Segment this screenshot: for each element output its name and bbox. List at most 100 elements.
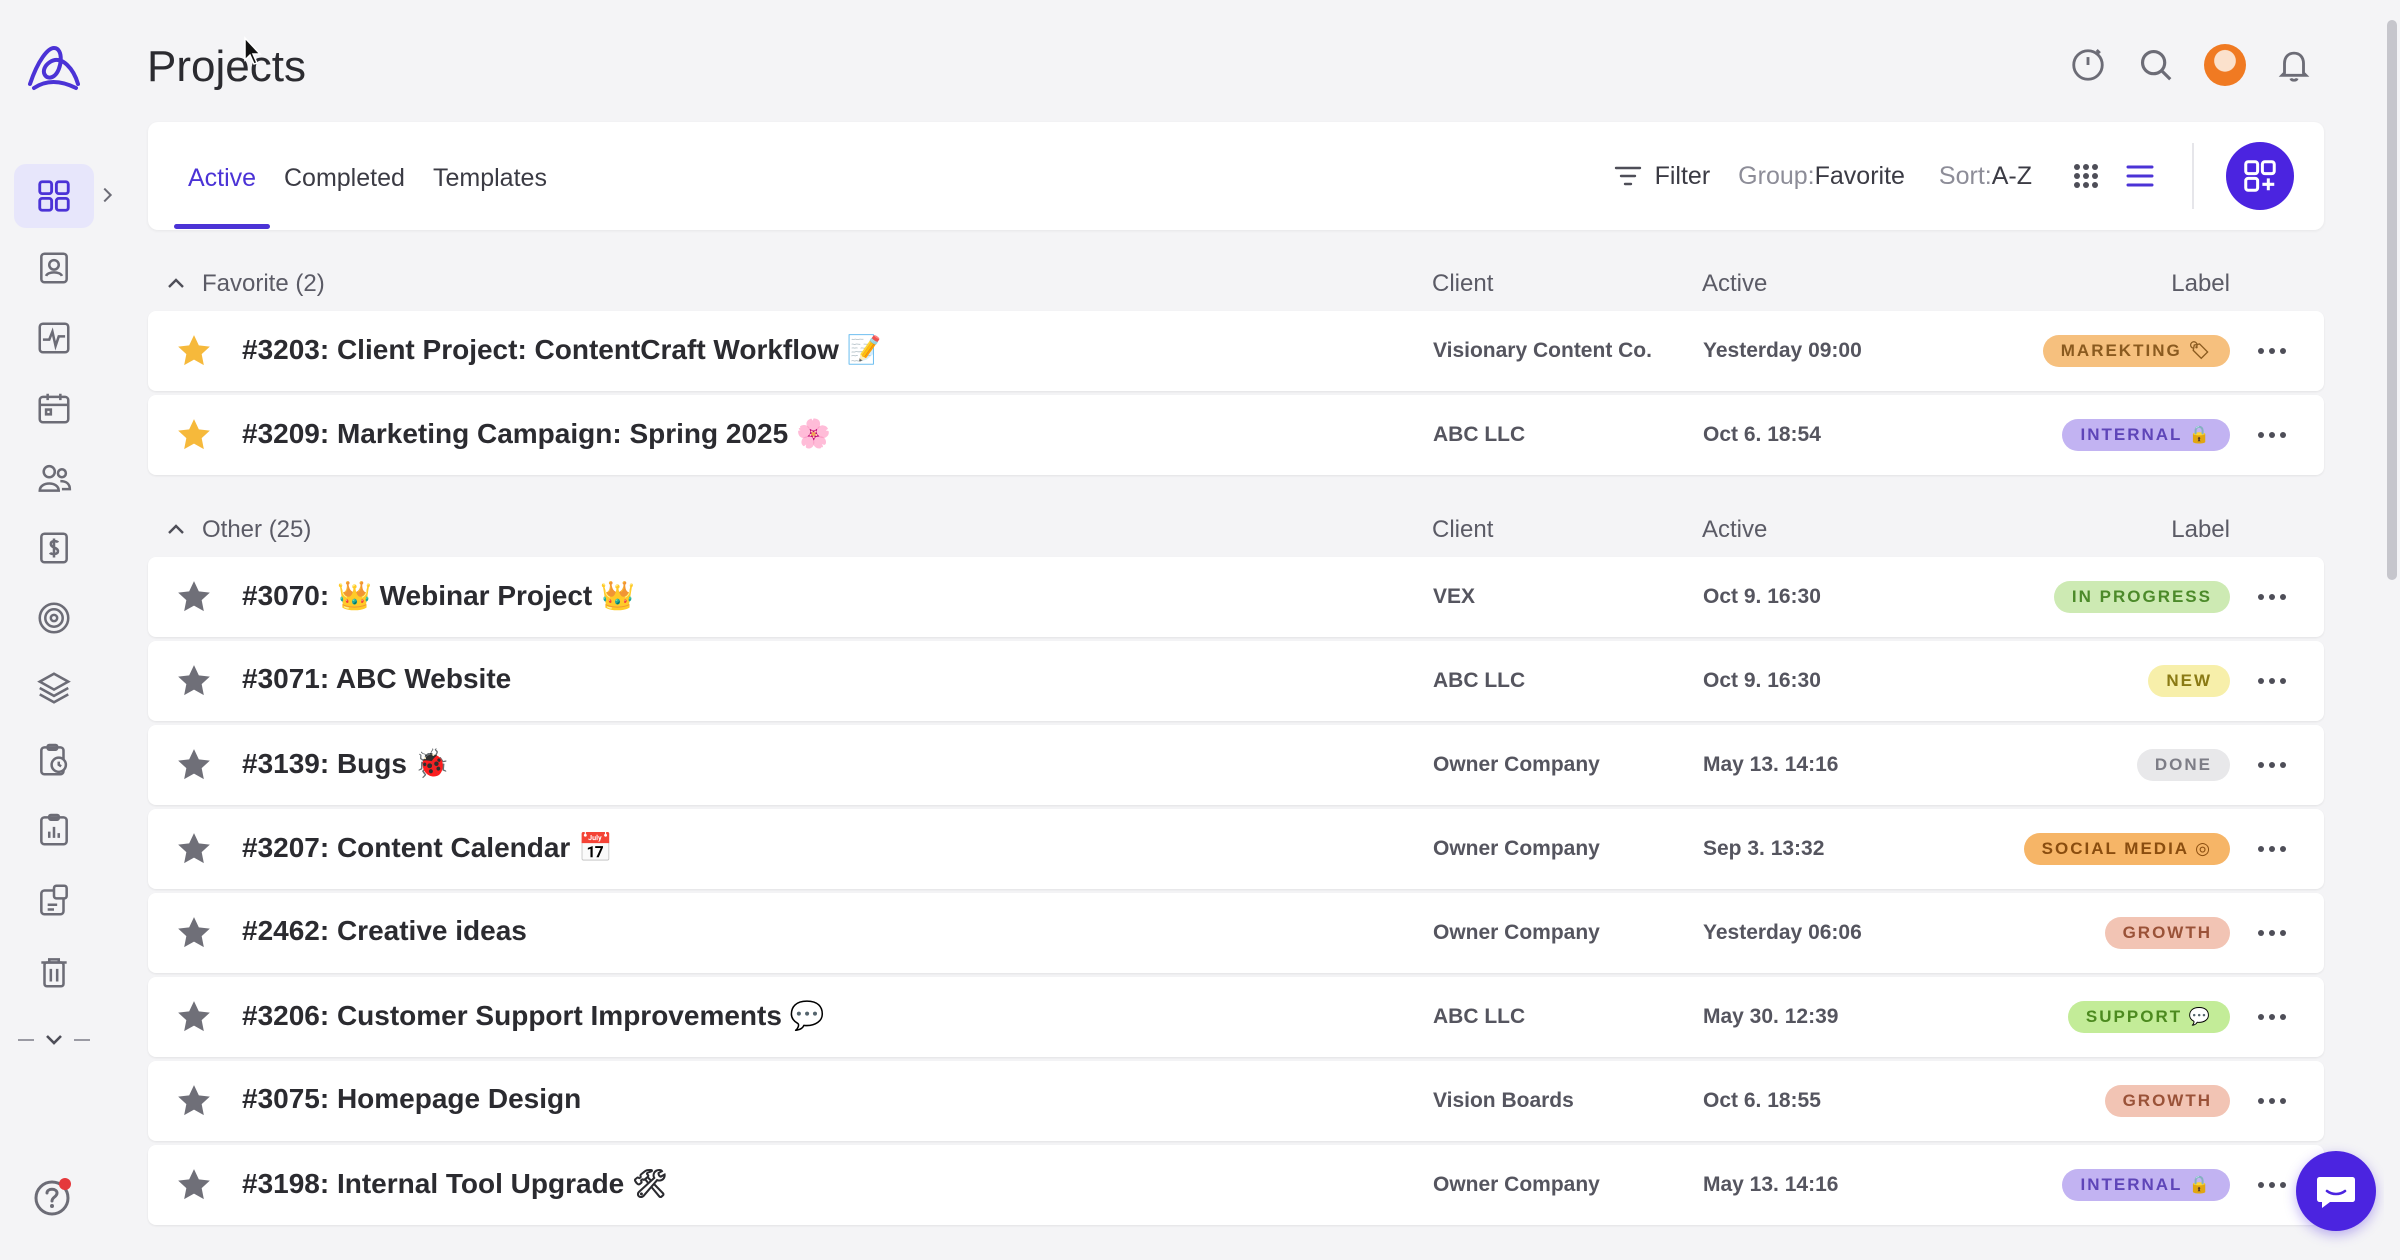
- sidebar-item-invoices[interactable]: [14, 516, 94, 580]
- search-button[interactable]: [2136, 45, 2176, 85]
- project-client: ABC LLC: [1433, 423, 1526, 446]
- project-name[interactable]: #2462: Creative ideas: [242, 915, 527, 947]
- project-last-active: Oct 6. 18:55: [1703, 1089, 1821, 1112]
- more-options-icon[interactable]: [2256, 1005, 2288, 1029]
- project-name[interactable]: #3206: Customer Support Improvements 💬: [242, 999, 825, 1032]
- column-header-label[interactable]: Label: [2171, 516, 2230, 544]
- filter-label: Filter: [1654, 161, 1711, 190]
- layers-icon: [37, 672, 71, 704]
- star-icon[interactable]: [174, 997, 214, 1037]
- project-name[interactable]: #3207: Content Calendar 📅: [242, 831, 613, 864]
- other-section-header[interactable]: Other (25) Client Active Label: [148, 512, 2324, 552]
- more-options-icon[interactable]: [2256, 1173, 2288, 1197]
- project-row[interactable]: #3075: Homepage Design Vision Boards Oct 6…: [148, 1061, 2324, 1141]
- chat-bubble-icon: [2317, 1177, 2355, 1208]
- tab-templates[interactable]: Templates: [433, 164, 547, 193]
- project-name[interactable]: #3209: Marketing Campaign: Spring 2025 🌸: [242, 417, 831, 450]
- timer-button[interactable]: [2068, 45, 2108, 85]
- more-options-icon[interactable]: [2256, 669, 2288, 693]
- star-icon[interactable]: [174, 415, 214, 455]
- star-icon[interactable]: [174, 661, 214, 701]
- column-header-label[interactable]: Label: [2171, 270, 2230, 298]
- more-options-icon[interactable]: [2256, 423, 2288, 447]
- toolbar-controls: Filter Group:Favorite Sort:A-Z: [1613, 142, 2294, 210]
- sidebar-item-reports[interactable]: [14, 798, 94, 862]
- project-name[interactable]: #3198: Internal Tool Upgrade 🛠: [242, 1167, 668, 1200]
- project-name[interactable]: #3075: Homepage Design: [242, 1083, 581, 1115]
- project-label-badge: SUPPORT 💬: [2067, 1001, 2230, 1033]
- project-name[interactable]: #3071: ABC Website: [242, 663, 511, 695]
- star-icon[interactable]: [174, 1165, 214, 1205]
- project-row[interactable]: #3206: Customer Support Improvements 💬 AB…: [148, 977, 2324, 1057]
- project-name[interactable]: #3203: Client Project: ContentCraft Work…: [242, 333, 882, 366]
- sidebar-item-templates[interactable]: [14, 868, 94, 932]
- project-row[interactable]: #3070: 👑 Webinar Project 👑 VEX Oct 9. 16:3…: [148, 557, 2324, 637]
- scrollbar-thumb[interactable]: [2387, 20, 2397, 580]
- sort-selector[interactable]: Sort:A-Z: [1939, 162, 2032, 191]
- sidebar-more-toggle[interactable]: [14, 1020, 94, 1060]
- project-name[interactable]: #3139: Bugs 🐞: [242, 747, 450, 780]
- project-last-active: May 13. 14:16: [1703, 753, 1839, 776]
- project-last-active: May 13. 14:16: [1703, 1173, 1839, 1196]
- expand-sidebar-icon[interactable]: [96, 184, 118, 206]
- column-header-active[interactable]: Active: [1702, 516, 1767, 544]
- project-name[interactable]: #3070: 👑 Webinar Project 👑: [242, 579, 635, 612]
- chevron-up-icon[interactable]: [164, 518, 188, 542]
- sidebar-item-projects[interactable]: [14, 164, 94, 228]
- more-options-icon[interactable]: [2256, 585, 2288, 609]
- project-client: VEX: [1433, 585, 1476, 608]
- column-header-client[interactable]: Client: [1432, 516, 1493, 544]
- star-icon[interactable]: [174, 1081, 214, 1121]
- more-options-icon[interactable]: [2256, 753, 2288, 777]
- sidebar-rail: [0, 0, 113, 1260]
- sidebar-item-goals[interactable]: [14, 586, 94, 650]
- sidebar-item-calendar[interactable]: [14, 376, 94, 440]
- favorite-section-header[interactable]: Favorite (2) Client Active Label: [148, 266, 2324, 306]
- chevron-up-icon[interactable]: [164, 272, 188, 296]
- more-options-icon[interactable]: [2256, 921, 2288, 945]
- help-icon[interactable]: [32, 1174, 76, 1218]
- star-icon[interactable]: [174, 829, 214, 869]
- sidebar-item-team[interactable]: [14, 446, 94, 510]
- tab-completed[interactable]: Completed: [284, 164, 405, 193]
- sidebar-item-layers[interactable]: [14, 656, 94, 720]
- project-row[interactable]: #3203: Client Project: ContentCraft Work…: [148, 311, 2324, 391]
- grid-dots-icon: [2074, 164, 2098, 188]
- sidebar-item-contacts[interactable]: [14, 236, 94, 300]
- column-header-active[interactable]: Active: [1702, 270, 1767, 298]
- tab-active[interactable]: Active: [188, 164, 256, 193]
- project-row[interactable]: #3071: ABC Website ABC LLC Oct 9. 16:30 NEW: [148, 641, 2324, 721]
- project-label-badge: INTERNAL 🔒: [2062, 1169, 2230, 1201]
- more-options-icon[interactable]: [2256, 339, 2288, 363]
- app-logo-icon[interactable]: [24, 40, 84, 96]
- header-actions: [2068, 44, 2314, 86]
- list-view-button[interactable]: [2120, 156, 2160, 196]
- grid-view-button[interactable]: [2066, 156, 2106, 196]
- project-row[interactable]: #3139: Bugs 🐞 Owner Company May 13. 14:16 D…: [148, 725, 2324, 805]
- star-icon[interactable]: [174, 331, 214, 371]
- column-header-client[interactable]: Client: [1432, 270, 1493, 298]
- group-selector[interactable]: Group:Favorite: [1738, 162, 1905, 191]
- notifications-button[interactable]: [2274, 45, 2314, 85]
- add-project-button[interactable]: [2226, 142, 2294, 210]
- project-label-badge: SOCIAL MEDIA ◎: [2023, 833, 2230, 865]
- chat-button[interactable]: [2296, 1151, 2376, 1231]
- sidebar-item-timesheets[interactable]: [14, 728, 94, 792]
- project-row[interactable]: #3198: Internal Tool Upgrade 🛠 Owner Comp…: [148, 1145, 2324, 1225]
- project-last-active: May 30. 12:39: [1703, 1005, 1839, 1028]
- project-row[interactable]: #3207: Content Calendar 📅 Owner Company Se…: [148, 809, 2324, 889]
- star-icon[interactable]: [174, 913, 214, 953]
- project-row[interactable]: #3209: Marketing Campaign: Spring 2025 🌸…: [148, 395, 2324, 475]
- page-scrollbar[interactable]: [2384, 0, 2400, 1260]
- filter-icon: [1614, 166, 1641, 186]
- sidebar-item-activity[interactable]: [14, 306, 94, 370]
- more-options-icon[interactable]: [2256, 837, 2288, 861]
- sidebar-item-trash[interactable]: [14, 940, 94, 1004]
- star-icon[interactable]: [174, 745, 214, 785]
- project-row[interactable]: #2462: Creative ideas Owner Company Yester…: [148, 893, 2324, 973]
- filter-button[interactable]: Filter: [1613, 161, 1711, 191]
- star-icon[interactable]: [174, 577, 214, 617]
- project-client: Owner Company: [1433, 837, 1600, 860]
- more-options-icon[interactable]: [2256, 1089, 2288, 1113]
- user-avatar[interactable]: [2204, 44, 2246, 86]
